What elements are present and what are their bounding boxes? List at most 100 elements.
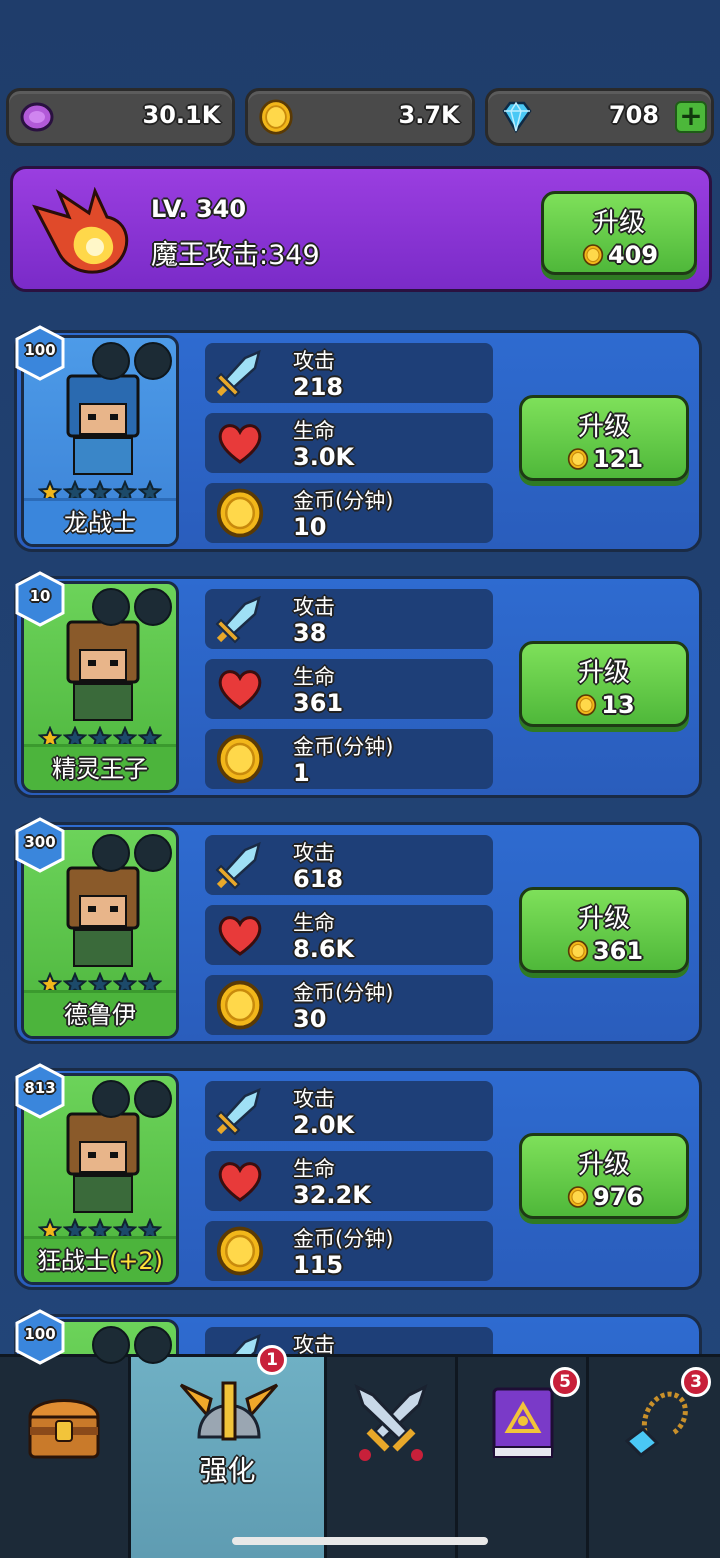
sword-icon — [215, 594, 265, 644]
hero-level: 813 — [24, 1079, 56, 1097]
hero-level: 10 — [29, 587, 51, 605]
gold-value: 3.7K — [398, 101, 460, 129]
stat-value: 32.2K — [293, 1181, 371, 1209]
hero-name: 精灵王子 — [24, 744, 176, 790]
sword-icon — [215, 840, 265, 890]
upgrade-cost: 976 — [592, 1183, 644, 1211]
hero-stat-attack: 攻击 38 — [205, 589, 493, 649]
heart-icon — [215, 664, 265, 714]
amulet-badge: 3 — [681, 1367, 711, 1397]
hero-stat-health: 生命 3.0K — [205, 413, 493, 473]
purple-gem-icon — [20, 102, 54, 132]
upgrade-badge: 1 — [257, 1345, 287, 1375]
currency-gems: 30.1K — [6, 88, 236, 146]
home-indicator[interactable] — [232, 1537, 488, 1545]
sword-icon — [215, 348, 265, 398]
upgrade-label: 升级 — [592, 208, 645, 238]
stat-label: 金币(分钟) — [293, 489, 394, 513]
class-icon — [92, 1080, 130, 1118]
stat-value: 115 — [293, 1251, 344, 1279]
fire-attack-icon — [32, 187, 129, 274]
stat-value: 1 — [293, 759, 310, 787]
hero-upgrade-button[interactable]: 升级 361 — [519, 887, 689, 973]
weapon-icon — [134, 1326, 172, 1364]
class-icon — [92, 834, 130, 872]
stat-label: 攻击 — [293, 349, 335, 373]
currency-bar: 30.1K 3.7K 708 + — [6, 88, 714, 146]
weapon-icon — [134, 1080, 172, 1118]
boss-attack: 魔王攻击:349 — [151, 240, 320, 271]
spell-book-icon — [492, 1387, 554, 1458]
tab-upgrade-label: 强化 — [199, 1454, 256, 1487]
hero-stat-attack: 攻击 218 — [205, 343, 493, 403]
stat-label: 生命 — [293, 665, 335, 689]
hero-upgrade-button[interactable]: 升级 13 — [519, 641, 689, 727]
hero-card[interactable]: 精灵王子 10 攻击 38 生命 361 金币(分钟) 1 升级 13 — [14, 576, 702, 798]
gems-value: 30.1K — [142, 101, 221, 129]
upgrade-cost: 409 — [607, 241, 659, 269]
stat-value: 361 — [293, 689, 344, 717]
stat-label: 攻击 — [293, 841, 335, 865]
heart-icon — [215, 418, 265, 468]
gold-coin-icon — [215, 980, 265, 1030]
sword-icon — [215, 1086, 265, 1136]
stat-value: 3.0K — [293, 443, 355, 471]
amulet-icon — [624, 1391, 688, 1457]
stat-label: 金币(分钟) — [293, 735, 394, 759]
class-icon — [92, 342, 130, 380]
class-icon — [92, 1326, 130, 1364]
gold-coin-icon — [580, 244, 606, 266]
hero-card[interactable]: 龙战士 100 攻击 218 生命 3.0K 金币(分钟) 10 升级 121 — [14, 330, 702, 552]
hero-upgrade-button[interactable]: 升级 121 — [519, 395, 689, 481]
hero-stat-attack: 攻击 618 — [205, 835, 493, 895]
add-diamonds-button[interactable]: + — [674, 101, 707, 133]
upgrade-label: 升级 — [577, 904, 630, 934]
hero-stat-health: 生命 32.2K — [205, 1151, 493, 1211]
hero-stat-attack: 攻击 2.0K — [205, 1081, 493, 1141]
tab-upgrade[interactable]: 强化 1 — [131, 1345, 327, 1558]
upgrade-cost: 121 — [592, 445, 644, 473]
hero-name: 狂战士(+2) — [24, 1236, 176, 1282]
tab-battle[interactable] — [327, 1357, 458, 1558]
stat-value: 218 — [293, 373, 344, 401]
stat-label: 生命 — [293, 911, 335, 935]
stat-label: 攻击 — [293, 1087, 335, 1111]
weapon-icon — [134, 342, 172, 380]
stat-value: 618 — [293, 865, 344, 893]
heart-icon — [215, 910, 265, 960]
hero-level: 100 — [24, 341, 56, 359]
gold-coin-icon — [215, 488, 265, 538]
upgrade-cost: 13 — [601, 691, 635, 719]
tab-amulet[interactable]: 3 — [589, 1357, 720, 1558]
boss-upgrade-button[interactable]: 升级 409 — [541, 191, 697, 275]
gold-coin-icon — [565, 940, 591, 962]
gold-coin-icon — [573, 694, 599, 716]
crossed-swords-icon — [354, 1384, 428, 1461]
hero-level: 100 — [24, 1325, 56, 1343]
tab-chest[interactable] — [0, 1357, 131, 1558]
stat-label: 金币(分钟) — [293, 1227, 394, 1251]
gold-coin-icon — [258, 99, 294, 135]
hero-card[interactable]: 狂战士(+2) 813 攻击 2.0K 生命 32.2K 金币(分钟) 115 … — [14, 1068, 702, 1290]
hero-card[interactable]: 德鲁伊 300 攻击 618 生命 8.6K 金币(分钟) 30 升级 361 — [14, 822, 702, 1044]
stat-label: 生命 — [293, 419, 335, 443]
gold-coin-icon — [215, 734, 265, 784]
hero-upgrade-button[interactable]: 升级 976 — [519, 1133, 689, 1219]
tab-spellbook[interactable]: 5 — [458, 1357, 589, 1558]
stat-label: 攻击 — [293, 595, 335, 619]
bottom-nav: 强化 1 5 3 — [0, 1345, 720, 1558]
heart-icon — [215, 1156, 265, 1206]
currency-diamonds: 708 + — [484, 88, 714, 146]
boss-panel: LV. 340 魔王攻击:349 升级 409 — [10, 166, 712, 292]
gold-coin-icon — [215, 1226, 265, 1276]
currency-gold: 3.7K — [245, 88, 475, 146]
hero-stat-gold: 金币(分钟) 10 — [205, 483, 493, 543]
upgrade-label: 升级 — [577, 658, 630, 688]
hero-stat-gold: 金币(分钟) 1 — [205, 729, 493, 789]
diamond-icon — [502, 101, 532, 134]
hero-stat-health: 生命 8.6K — [205, 905, 493, 965]
upgrade-label: 升级 — [577, 412, 630, 442]
upgrade-label: 升级 — [577, 1150, 630, 1180]
gold-coin-icon — [565, 448, 591, 470]
stat-label: 生命 — [293, 1157, 335, 1181]
